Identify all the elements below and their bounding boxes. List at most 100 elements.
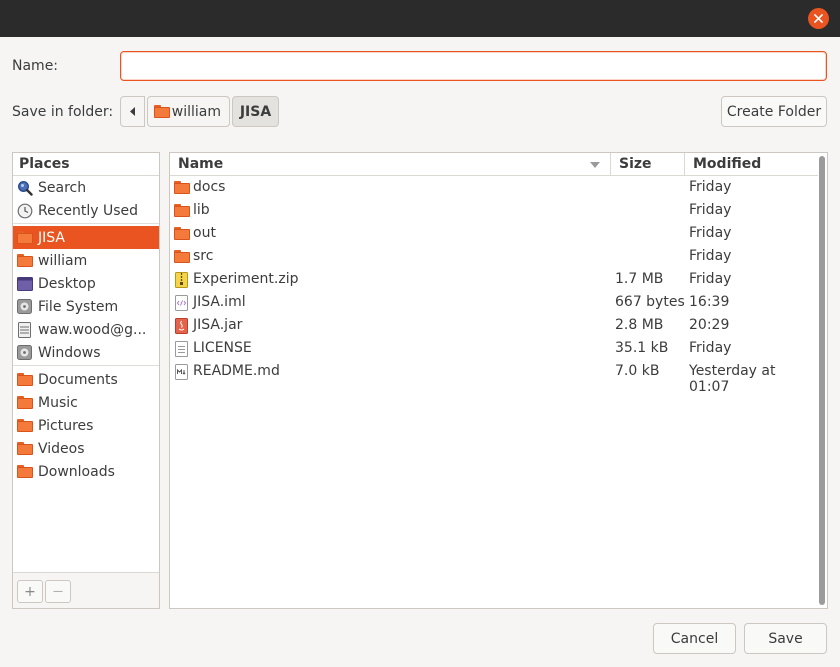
file-size: 35.1 kB	[615, 340, 669, 356]
file-name: src	[193, 248, 214, 264]
zip-icon	[173, 271, 190, 288]
file-row[interactable]: src Friday	[170, 245, 818, 268]
folder-icon	[16, 254, 33, 267]
drive-icon	[16, 298, 33, 315]
file-row[interactable]: README.md 7.0 kB Yesterday at 01:07	[170, 360, 818, 395]
file-size: 667 bytes	[615, 294, 685, 310]
place-label: waw.wood@g...	[38, 321, 147, 338]
place-network-drive[interactable]: waw.wood@g...	[13, 318, 159, 341]
column-label: Modified	[693, 156, 762, 172]
place-label: william	[38, 252, 88, 269]
folder-icon	[16, 231, 33, 244]
place-downloads[interactable]: Downloads	[13, 460, 159, 483]
place-recently-used[interactable]: Recently Used	[13, 199, 159, 222]
column-label: Size	[619, 156, 652, 172]
file-row[interactable]: JISA.iml 667 bytes 16:39	[170, 291, 818, 314]
file-size: 2.8 MB	[615, 317, 664, 333]
file-modified: Friday	[689, 225, 732, 241]
file-row[interactable]: Experiment.zip 1.7 MB Friday	[170, 268, 818, 291]
places-toolbar: + —	[13, 572, 159, 608]
file-name: out	[193, 225, 216, 241]
places-header: Places	[13, 153, 159, 176]
places-separator	[13, 223, 159, 224]
file-name: JISA.iml	[193, 294, 246, 310]
places-separator	[13, 365, 159, 366]
java-icon	[173, 317, 190, 334]
recent-icon	[16, 202, 33, 219]
close-button[interactable]	[808, 8, 829, 29]
remove-bookmark-button[interactable]: —	[45, 580, 71, 603]
xml-icon	[173, 294, 190, 311]
file-list: Name Size Modified docs Friday lib Frida…	[169, 152, 828, 609]
minus-icon: —	[53, 585, 63, 597]
markdown-icon	[173, 363, 190, 380]
file-modified: Friday	[689, 179, 732, 195]
breadcrumb-label: william	[171, 103, 221, 120]
name-label: Name:	[12, 58, 59, 74]
file-name: Experiment.zip	[193, 271, 299, 287]
file-name: JISA.jar	[193, 317, 243, 333]
folder-icon	[16, 373, 33, 386]
place-label: Downloads	[38, 463, 115, 480]
file-modified: 20:29	[689, 317, 730, 333]
breadcrumb-jisa[interactable]: JISA	[232, 96, 279, 127]
folder-icon	[16, 396, 33, 409]
scrollbar[interactable]	[819, 156, 825, 605]
column-header-modified[interactable]: Modified	[685, 153, 818, 176]
file-modified: Yesterday at 01:07	[689, 363, 776, 395]
place-file-system[interactable]: File System	[13, 295, 159, 318]
file-row[interactable]: out Friday	[170, 222, 818, 245]
place-music[interactable]: Music	[13, 391, 159, 414]
place-label: Videos	[38, 440, 85, 457]
folder-icon	[16, 419, 33, 432]
path-back-button[interactable]	[120, 96, 145, 127]
column-label: Name	[178, 156, 224, 172]
place-label: JISA	[38, 229, 65, 246]
place-label: Recently Used	[38, 202, 139, 219]
chevron-left-icon	[129, 107, 135, 116]
place-william[interactable]: william	[13, 249, 159, 272]
place-label: Music	[38, 394, 78, 411]
folder-icon	[16, 442, 33, 455]
place-label: Pictures	[38, 417, 94, 434]
file-row[interactable]: lib Friday	[170, 199, 818, 222]
place-label: Documents	[38, 371, 118, 388]
column-header-name[interactable]: Name	[170, 153, 611, 176]
text-icon	[173, 340, 190, 357]
file-modified: Friday	[689, 248, 732, 264]
file-modified: Friday	[689, 202, 732, 218]
file-row[interactable]: LICENSE 35.1 kB Friday	[170, 337, 818, 360]
save-button[interactable]: Save	[744, 623, 827, 654]
places-sidebar: Places Search Recently Used JISA william…	[12, 152, 160, 609]
sort-arrow-icon	[590, 162, 600, 168]
file-name: LICENSE	[193, 340, 252, 356]
file-modified: Friday	[689, 271, 732, 287]
place-jisa[interactable]: JISA	[13, 226, 159, 249]
create-folder-button[interactable]: Create Folder	[721, 96, 827, 127]
column-header-size[interactable]: Size	[611, 153, 685, 176]
place-desktop[interactable]: Desktop	[13, 272, 159, 295]
folder-icon	[173, 181, 190, 194]
file-row[interactable]: JISA.jar 2.8 MB 20:29	[170, 314, 818, 337]
save-in-folder-label: Save in folder:	[12, 104, 114, 120]
breadcrumb-william[interactable]: william	[147, 96, 230, 127]
file-modified: Friday	[689, 340, 732, 356]
breadcrumb-label: JISA	[239, 103, 272, 120]
file-size: 1.7 MB	[615, 271, 664, 287]
place-pictures[interactable]: Pictures	[13, 414, 159, 437]
network-drive-icon	[16, 321, 33, 338]
desktop-icon	[16, 275, 33, 292]
place-documents[interactable]: Documents	[13, 368, 159, 391]
place-videos[interactable]: Videos	[13, 437, 159, 460]
place-search[interactable]: Search	[13, 176, 159, 199]
place-windows[interactable]: Windows	[13, 341, 159, 364]
file-size: 7.0 kB	[615, 363, 660, 379]
folder-icon	[154, 105, 170, 118]
add-bookmark-button[interactable]: +	[17, 580, 43, 603]
close-icon	[814, 14, 823, 23]
file-row[interactable]: docs Friday	[170, 176, 818, 199]
search-icon	[16, 179, 33, 196]
plus-icon: +	[24, 583, 36, 600]
name-input[interactable]	[120, 51, 827, 81]
cancel-button[interactable]: Cancel	[653, 623, 736, 654]
